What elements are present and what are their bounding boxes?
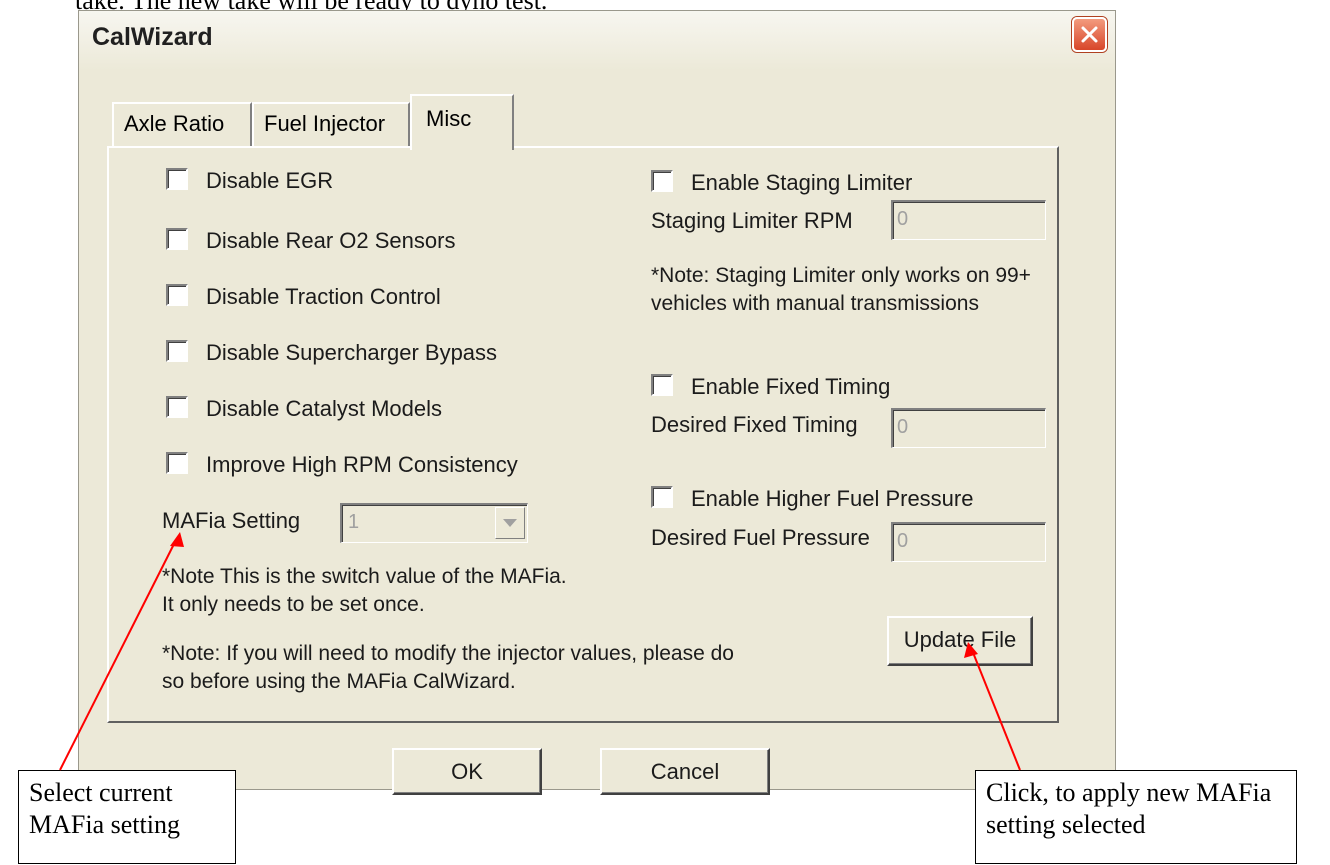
- disable-traction-label: Disable Traction Control: [206, 284, 441, 309]
- callout-select-mafia: Select current MAFia setting: [18, 770, 236, 864]
- tab-misc[interactable]: Misc: [410, 94, 514, 150]
- enable-fixed-timing-label: Enable Fixed Timing: [691, 374, 891, 399]
- chevron-down-icon: [503, 519, 517, 527]
- disable-egr-checkbox[interactable]: [166, 168, 188, 190]
- improve-high-rpm-label: Improve High RPM Consistency: [206, 452, 518, 477]
- staging-rpm-field[interactable]: 0: [891, 200, 1046, 240]
- staging-rpm-label: Staging Limiter RPM: [651, 208, 853, 233]
- mafia-note: *Note This is the switch value of the MA…: [162, 565, 567, 616]
- disable-supercharger-label: Disable Supercharger Bypass: [206, 340, 498, 365]
- callout-update-file: Click, to apply new MAFia setting select…: [975, 770, 1297, 864]
- disable-catalyst-label: Disable Catalyst Models: [206, 396, 442, 421]
- dropdown-button[interactable]: [495, 507, 525, 539]
- improve-high-rpm-checkbox[interactable]: [166, 452, 188, 474]
- staging-note: *Note: Staging Limiter only works on 99+…: [651, 264, 1031, 315]
- disable-rear-o2-label: Disable Rear O2 Sensors: [206, 228, 456, 253]
- mafia-setting-label: MAFia Setting: [162, 508, 301, 533]
- update-file-button[interactable]: Update File: [887, 616, 1033, 666]
- enable-fuel-pressure-checkbox[interactable]: [651, 486, 673, 508]
- enable-staging-checkbox[interactable]: [651, 170, 673, 192]
- mafia-setting-value: 1: [348, 511, 360, 533]
- enable-staging-label: Enable Staging Limiter: [691, 170, 913, 195]
- fuel-pressure-label: Desired Fuel Pressure: [651, 525, 870, 550]
- disable-traction-checkbox[interactable]: [166, 284, 188, 306]
- ok-button[interactable]: OK: [392, 748, 542, 795]
- close-button[interactable]: [1072, 17, 1107, 52]
- fuel-pressure-field[interactable]: 0: [891, 522, 1046, 562]
- disable-egr-label: Disable EGR: [206, 168, 334, 193]
- injector-note: *Note: If you will need to modify the in…: [162, 642, 734, 693]
- close-icon: [1081, 26, 1098, 43]
- fixed-timing-label: Desired Fixed Timing: [651, 412, 858, 437]
- tab-fuel-injector[interactable]: Fuel Injector: [252, 102, 410, 146]
- enable-fuel-pressure-label: Enable Higher Fuel Pressure: [691, 486, 974, 511]
- cancel-button[interactable]: Cancel: [600, 748, 770, 795]
- tab-axle-ratio[interactable]: Axle Ratio: [112, 102, 252, 146]
- disable-catalyst-checkbox[interactable]: [166, 396, 188, 418]
- disable-supercharger-checkbox[interactable]: [166, 340, 188, 362]
- dialog-title: CalWizard: [92, 23, 213, 51]
- mafia-setting-select[interactable]: 1: [340, 503, 528, 543]
- disable-rear-o2-checkbox[interactable]: [166, 228, 188, 250]
- title-bar[interactable]: CalWizard: [79, 11, 1115, 71]
- fixed-timing-field[interactable]: 0: [891, 408, 1046, 448]
- enable-fixed-timing-checkbox[interactable]: [651, 374, 673, 396]
